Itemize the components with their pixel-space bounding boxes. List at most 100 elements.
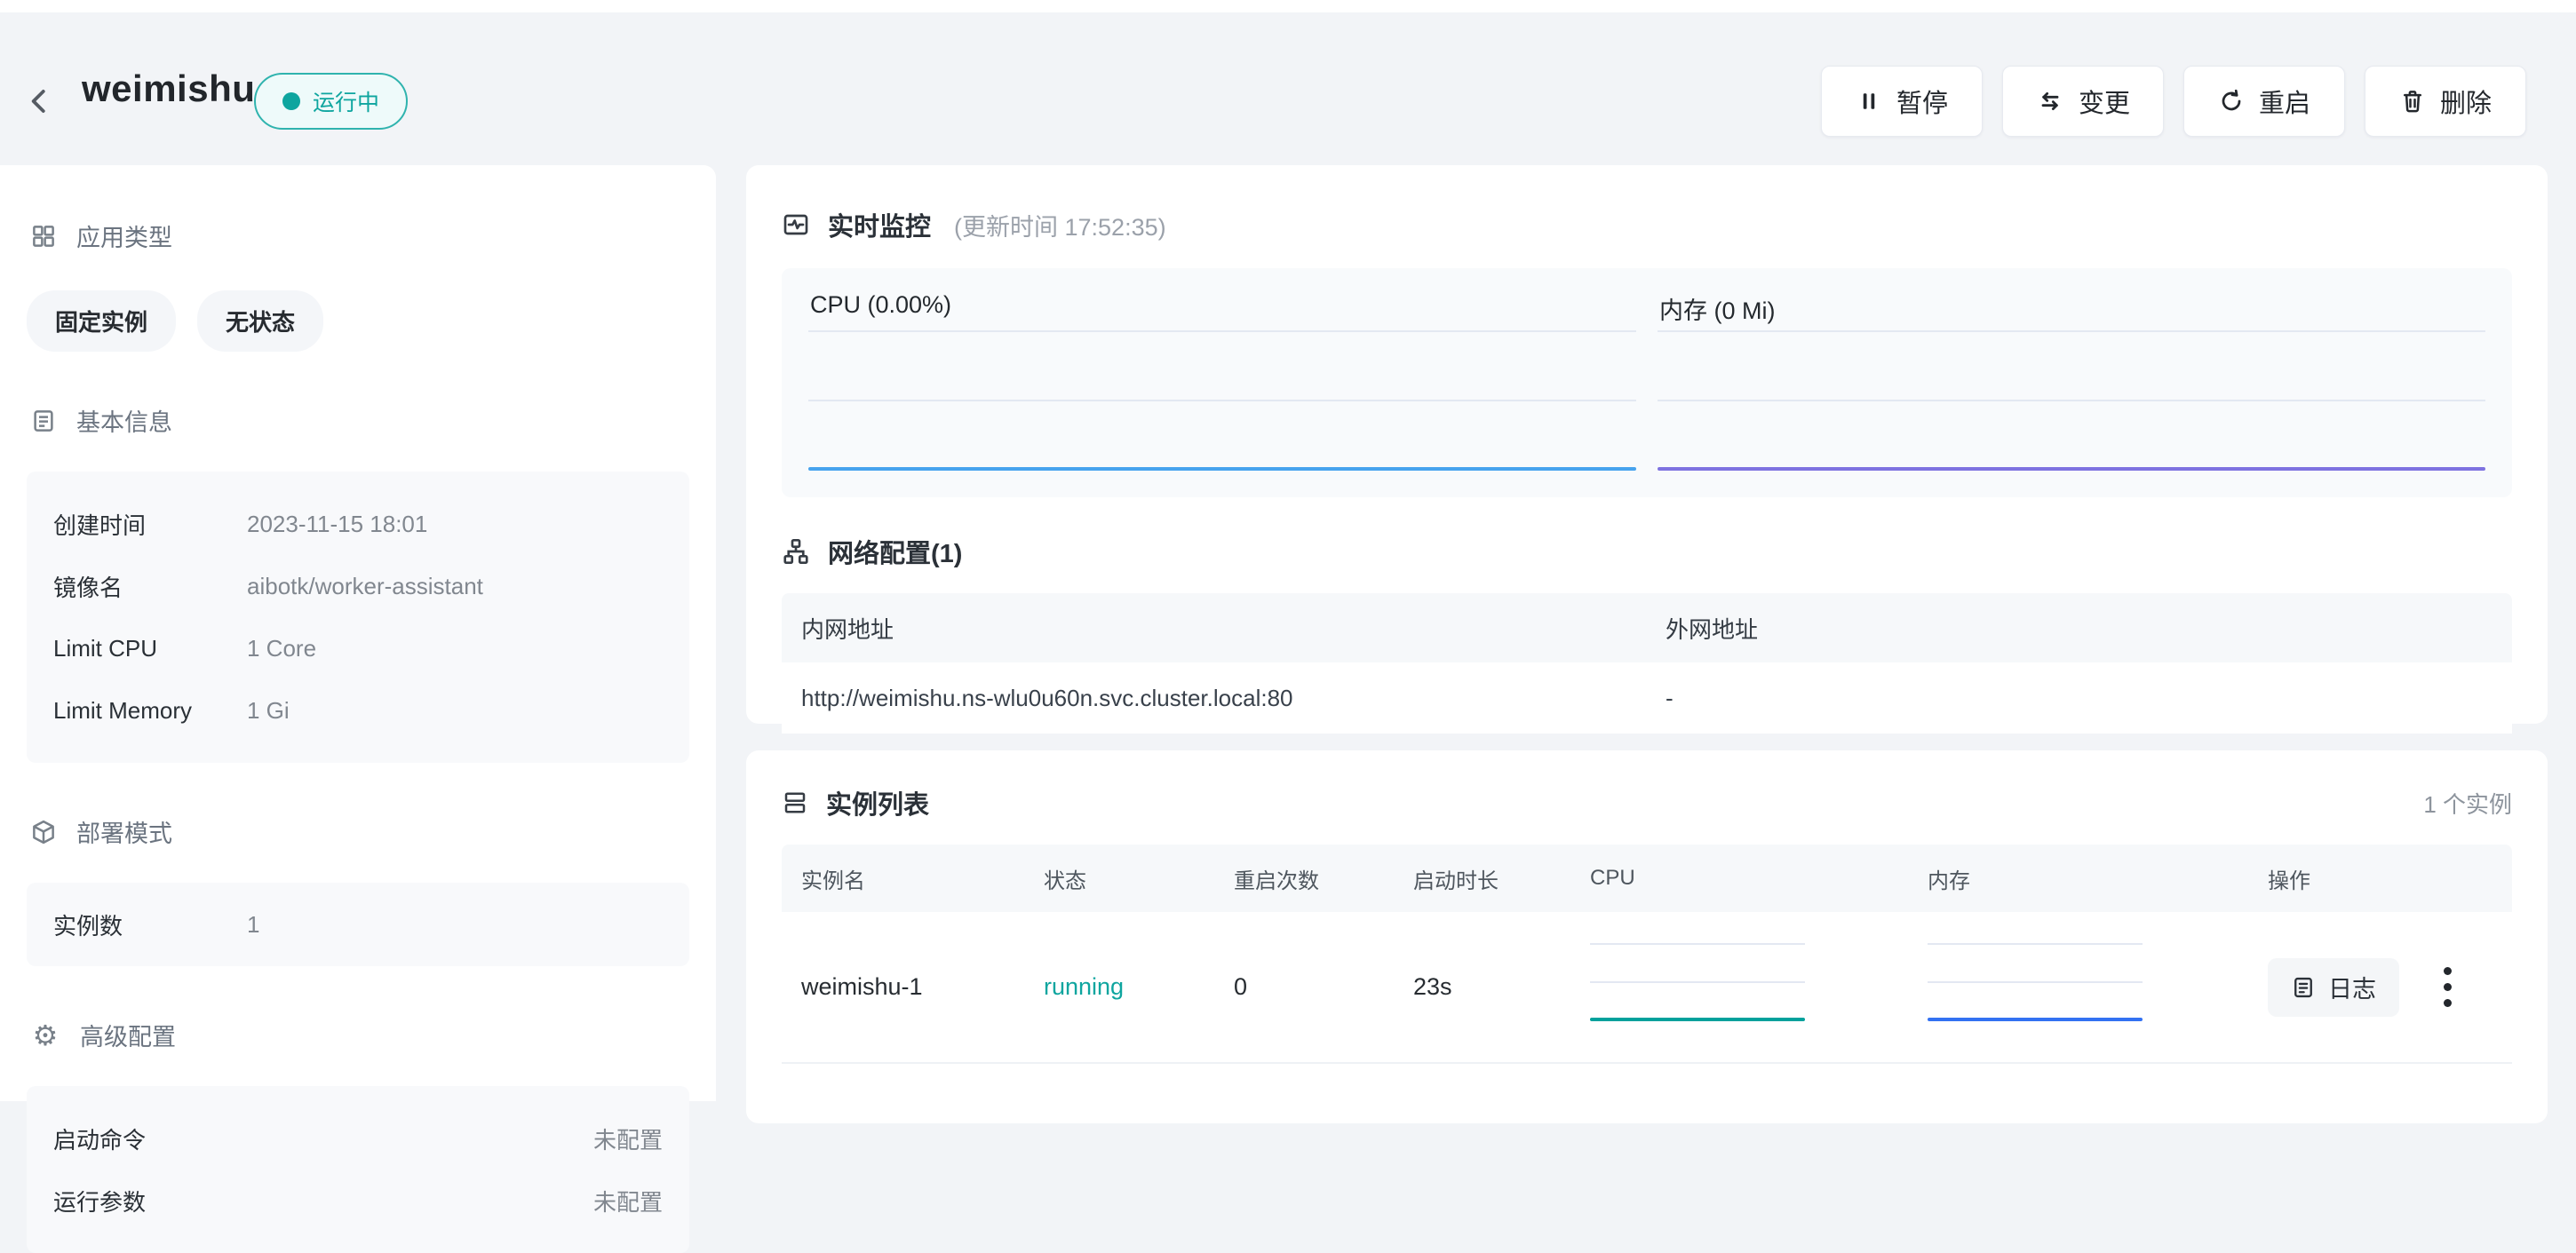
info-row-created: 创建时间 2023-11-15 18:01 <box>53 493 663 555</box>
tag-stateless: 无状态 <box>197 290 323 352</box>
network-title-row: 网络配置(1) <box>782 533 2512 570</box>
instance-list-card: 实例列表 1 个实例 实例名 状态 重启次数 启动时长 CPU 内存 操作 we… <box>746 750 2548 1123</box>
gridline <box>1658 400 2485 401</box>
external-address-value: - <box>1666 685 2493 712</box>
network-title: 网络配置(1) <box>828 533 962 570</box>
restart-button-label: 重启 <box>2259 83 2310 120</box>
instance-uptime: 23s <box>1413 973 1590 1001</box>
info-row-replicas: 实例数 1 <box>53 893 663 956</box>
delete-button[interactable]: 删除 <box>2365 66 2526 137</box>
section-app-type-label: 应用类型 <box>76 218 172 253</box>
info-row-limit-memory: Limit Memory 1 Gi <box>53 679 663 741</box>
memory-chart-line <box>1658 467 2485 471</box>
internal-address-value[interactable]: http://weimishu.ns-wlu0u60n.svc.cluster.… <box>801 685 1666 712</box>
info-value: 1 <box>247 911 259 939</box>
gridline <box>808 400 1636 401</box>
kebab-dot <box>2444 967 2452 975</box>
chevron-left-icon <box>22 84 56 118</box>
status-badge: 运行中 <box>254 73 408 130</box>
section-app-type: 应用类型 <box>27 218 689 253</box>
network-table-header: 内网地址 外网地址 <box>782 593 2512 662</box>
col-memory: 内存 <box>1928 863 2268 894</box>
gridline <box>1658 330 2485 332</box>
instance-table-header: 实例名 状态 重启次数 启动时长 CPU 内存 操作 <box>782 845 2512 912</box>
section-basic-info: 基本信息 <box>27 403 689 438</box>
cpu-chart-line <box>808 467 1636 471</box>
col-external-address: 外网地址 <box>1666 612 2493 645</box>
info-label: 启动命令 <box>53 1122 247 1155</box>
instance-list-title-row: 实例列表 1 个实例 <box>782 784 2512 821</box>
instance-list-title: 实例列表 <box>826 784 929 821</box>
instance-table: 实例名 状态 重启次数 启动时长 CPU 内存 操作 weimishu-1 ru… <box>782 845 2512 1064</box>
advanced-config-box: 启动命令 未配置 运行参数 未配置 <box>27 1086 689 1253</box>
instance-table-row: weimishu-1 running 0 23s 日志 <box>782 912 2512 1064</box>
restart-button[interactable]: 重启 <box>2183 66 2345 137</box>
info-label: 运行参数 <box>53 1185 247 1217</box>
monitoring-update-time: (更新时间 17:52:35) <box>954 208 1166 242</box>
monitor-pulse-icon <box>782 210 810 239</box>
monitoring-title: 实时监控 <box>828 206 931 243</box>
header-actions: 暂停 变更 重启 删除 <box>1821 66 2526 137</box>
instance-name: weimishu-1 <box>801 973 1044 1001</box>
instance-operations: 日志 <box>2268 958 2493 1017</box>
kebab-dot <box>2444 999 2452 1007</box>
restart-icon <box>2218 88 2245 115</box>
log-file-icon <box>2291 975 2316 1000</box>
instance-cpu-line <box>1590 1018 1805 1021</box>
gridline <box>1928 943 2143 945</box>
gridline <box>1590 981 1805 983</box>
gear-icon: ⚙ <box>30 1021 60 1050</box>
section-deploy-mode: 部署模式 <box>27 814 689 849</box>
col-restarts: 重启次数 <box>1234 863 1413 894</box>
col-status: 状态 <box>1044 863 1234 894</box>
log-button[interactable]: 日志 <box>2268 958 2399 1017</box>
change-button[interactable]: 变更 <box>2002 66 2164 137</box>
monitoring-network-card: 实时监控 (更新时间 17:52:35) CPU (0.00%) 内存 (0 M… <box>746 165 2548 724</box>
info-label: 创建时间 <box>53 508 247 541</box>
col-cpu: CPU <box>1590 866 1928 891</box>
page-title: weimishu <box>82 67 255 110</box>
memory-chart: 内存 (0 Mi) <box>1658 268 2485 497</box>
trash-icon <box>2399 88 2426 115</box>
info-row-start-command: 启动命令 未配置 <box>53 1107 663 1170</box>
info-row-limit-cpu: Limit CPU 1 Core <box>53 617 663 679</box>
tag-fixed-instance: 固定实例 <box>27 290 176 352</box>
gridline <box>1590 943 1805 945</box>
change-button-label: 变更 <box>2079 83 2130 120</box>
section-deploy-mode-label: 部署模式 <box>76 814 172 849</box>
info-value: aibotk/worker-assistant <box>247 573 483 600</box>
pause-icon <box>1856 88 1882 115</box>
col-uptime: 启动时长 <box>1413 863 1590 894</box>
pause-button-label: 暂停 <box>1896 83 1948 120</box>
info-value: 1 Gi <box>247 697 290 725</box>
instance-restarts: 0 <box>1234 973 1413 1001</box>
section-advanced-config-label: 高级配置 <box>80 1018 176 1052</box>
instance-memory-line <box>1928 1018 2143 1021</box>
status-badge-label: 运行中 <box>313 85 379 117</box>
info-label: 实例数 <box>53 908 247 941</box>
col-operations: 操作 <box>2268 863 2493 894</box>
more-actions-button[interactable] <box>2435 958 2461 1016</box>
col-instance-name: 实例名 <box>801 863 1044 894</box>
cpu-chart: CPU (0.00%) <box>808 268 1636 497</box>
section-basic-info-label: 基本信息 <box>76 403 172 438</box>
instance-cpu-sparkline <box>1590 934 1805 1041</box>
gridline <box>808 330 1636 332</box>
top-strip <box>0 0 2576 12</box>
kebab-dot <box>2444 983 2452 991</box>
col-internal-address: 内网地址 <box>801 612 1666 645</box>
gridline <box>1928 981 2143 983</box>
info-label: Limit CPU <box>53 635 247 662</box>
info-label: 镜像名 <box>53 570 247 603</box>
sidebar: 应用类型 固定实例 无状态 基本信息 创建时间 2023-11-15 18:01… <box>0 165 716 1101</box>
network-table: 内网地址 外网地址 http://weimishu.ns-wlu0u60n.sv… <box>782 593 2512 734</box>
document-icon <box>30 408 57 434</box>
back-button[interactable] <box>14 76 64 126</box>
delete-button-label: 删除 <box>2440 83 2492 120</box>
pause-button[interactable]: 暂停 <box>1821 66 1983 137</box>
info-value: 1 Core <box>247 635 316 662</box>
info-label: Limit Memory <box>53 697 247 725</box>
monitoring-title-row: 实时监控 (更新时间 17:52:35) <box>782 206 2512 243</box>
cube-icon <box>30 819 57 845</box>
info-row-image: 镜像名 aibotk/worker-assistant <box>53 555 663 617</box>
